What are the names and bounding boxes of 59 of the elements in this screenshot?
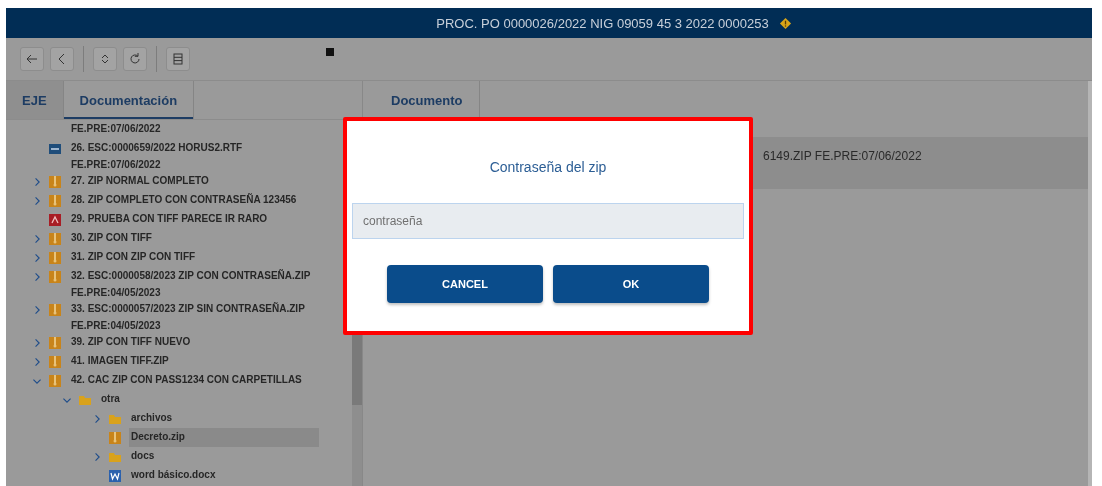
tree-item[interactable]: docs <box>129 447 159 466</box>
tree-item-date: FE.PRE:04/05/2023 <box>70 286 162 300</box>
tree-item[interactable]: word básico.docx <box>129 466 220 485</box>
square-icon <box>326 48 334 56</box>
refresh-button[interactable] <box>123 47 147 71</box>
zip-file-icon <box>48 335 62 350</box>
pdf-file-icon <box>48 212 62 227</box>
tree-item[interactable]: 42. CAC ZIP CON PASS1234 CON CARPETILLAS <box>69 371 306 390</box>
tree-item[interactable]: 39. ZIP CON TIFF NUEVO <box>69 333 195 352</box>
rtf-file-icon <box>48 141 62 156</box>
list-view-button[interactable] <box>166 47 190 71</box>
tree-item[interactable]: 27. ZIP NORMAL COMPLETO <box>69 172 213 191</box>
back-button[interactable] <box>20 47 44 71</box>
tree-item[interactable]: 41. IMAGEN TIFF.ZIP <box>69 352 173 371</box>
zip-file-icon <box>48 193 62 208</box>
tree-item-date: FE.PRE:04/05/2023 <box>70 319 162 333</box>
dialog-title: Contraseña del zip <box>489 159 607 175</box>
refresh-icon <box>128 52 142 66</box>
dialog-button[interactable]: CANCEL <box>387 265 543 303</box>
zip-file-icon <box>48 302 62 317</box>
zip-file-icon <box>108 430 122 445</box>
dialog-button[interactable]: OK <box>553 265 709 303</box>
chevron-icon[interactable] <box>32 195 42 206</box>
expand-collapse-button[interactable] <box>93 47 117 71</box>
header-title: PROC. PO 0000026/2022 NIG 09059 45 3 2022 0000253 <box>436 15 769 31</box>
word-file-icon <box>108 468 122 483</box>
chevron-icon[interactable] <box>32 356 42 367</box>
tree-item[interactable]: 29. PRUEBA CON TIFF PARECE IR RARO <box>69 210 272 229</box>
tab[interactable]: EJE <box>6 81 64 119</box>
tree-item[interactable]: archivos <box>129 409 177 428</box>
tree-item[interactable]: 26. ESC:0000659/2022 HORUS2.RTF <box>69 139 247 158</box>
chevron-icon[interactable] <box>32 233 42 244</box>
zip-file-icon <box>48 269 62 284</box>
zip-file-icon <box>48 354 62 369</box>
tree-item[interactable]: 33. ESC:0000057/2023 ZIP SIN CONTRASEÑA.ZIP <box>69 300 309 319</box>
warning-diamond-icon <box>778 16 792 30</box>
tree-item[interactable]: 32. ESC:0000058/2023 ZIP CON CONTRASEÑA.ZIP <box>69 267 315 286</box>
tree-item[interactable]: 31. ZIP CON ZIP CON TIFF <box>69 248 200 267</box>
tree-item[interactable]: Decreto.zip <box>129 428 319 447</box>
zip-file-icon <box>48 373 62 388</box>
chevron-icon[interactable] <box>32 176 42 187</box>
chevron-icon[interactable] <box>32 252 42 263</box>
tab[interactable]: Documentación <box>63 81 195 119</box>
tree-item[interactable]: otra <box>99 390 124 409</box>
tree-item[interactable]: 28. ZIP COMPLETO CON CONTRASEÑA 123456 <box>69 191 301 210</box>
list-icon <box>171 52 185 66</box>
back-arrow-icon <box>25 52 39 66</box>
zip-file-icon <box>48 174 62 189</box>
chevron-icon[interactable] <box>32 337 42 348</box>
chevron-icon[interactable] <box>32 304 42 315</box>
chevron-icon[interactable] <box>32 271 42 282</box>
zip-file-icon <box>48 250 62 265</box>
zip-file-icon <box>48 231 62 246</box>
chevron-icon[interactable] <box>92 451 102 462</box>
password-field[interactable]: contraseña <box>352 203 744 239</box>
chevron-icon[interactable] <box>92 413 102 424</box>
tree-item[interactable]: FE.PRE:07/06/2022 <box>69 120 165 139</box>
tree-item[interactable]: 30. ZIP CON TIFF <box>69 229 156 248</box>
tree-item-date: FE.PRE:07/06/2022 <box>70 158 162 172</box>
